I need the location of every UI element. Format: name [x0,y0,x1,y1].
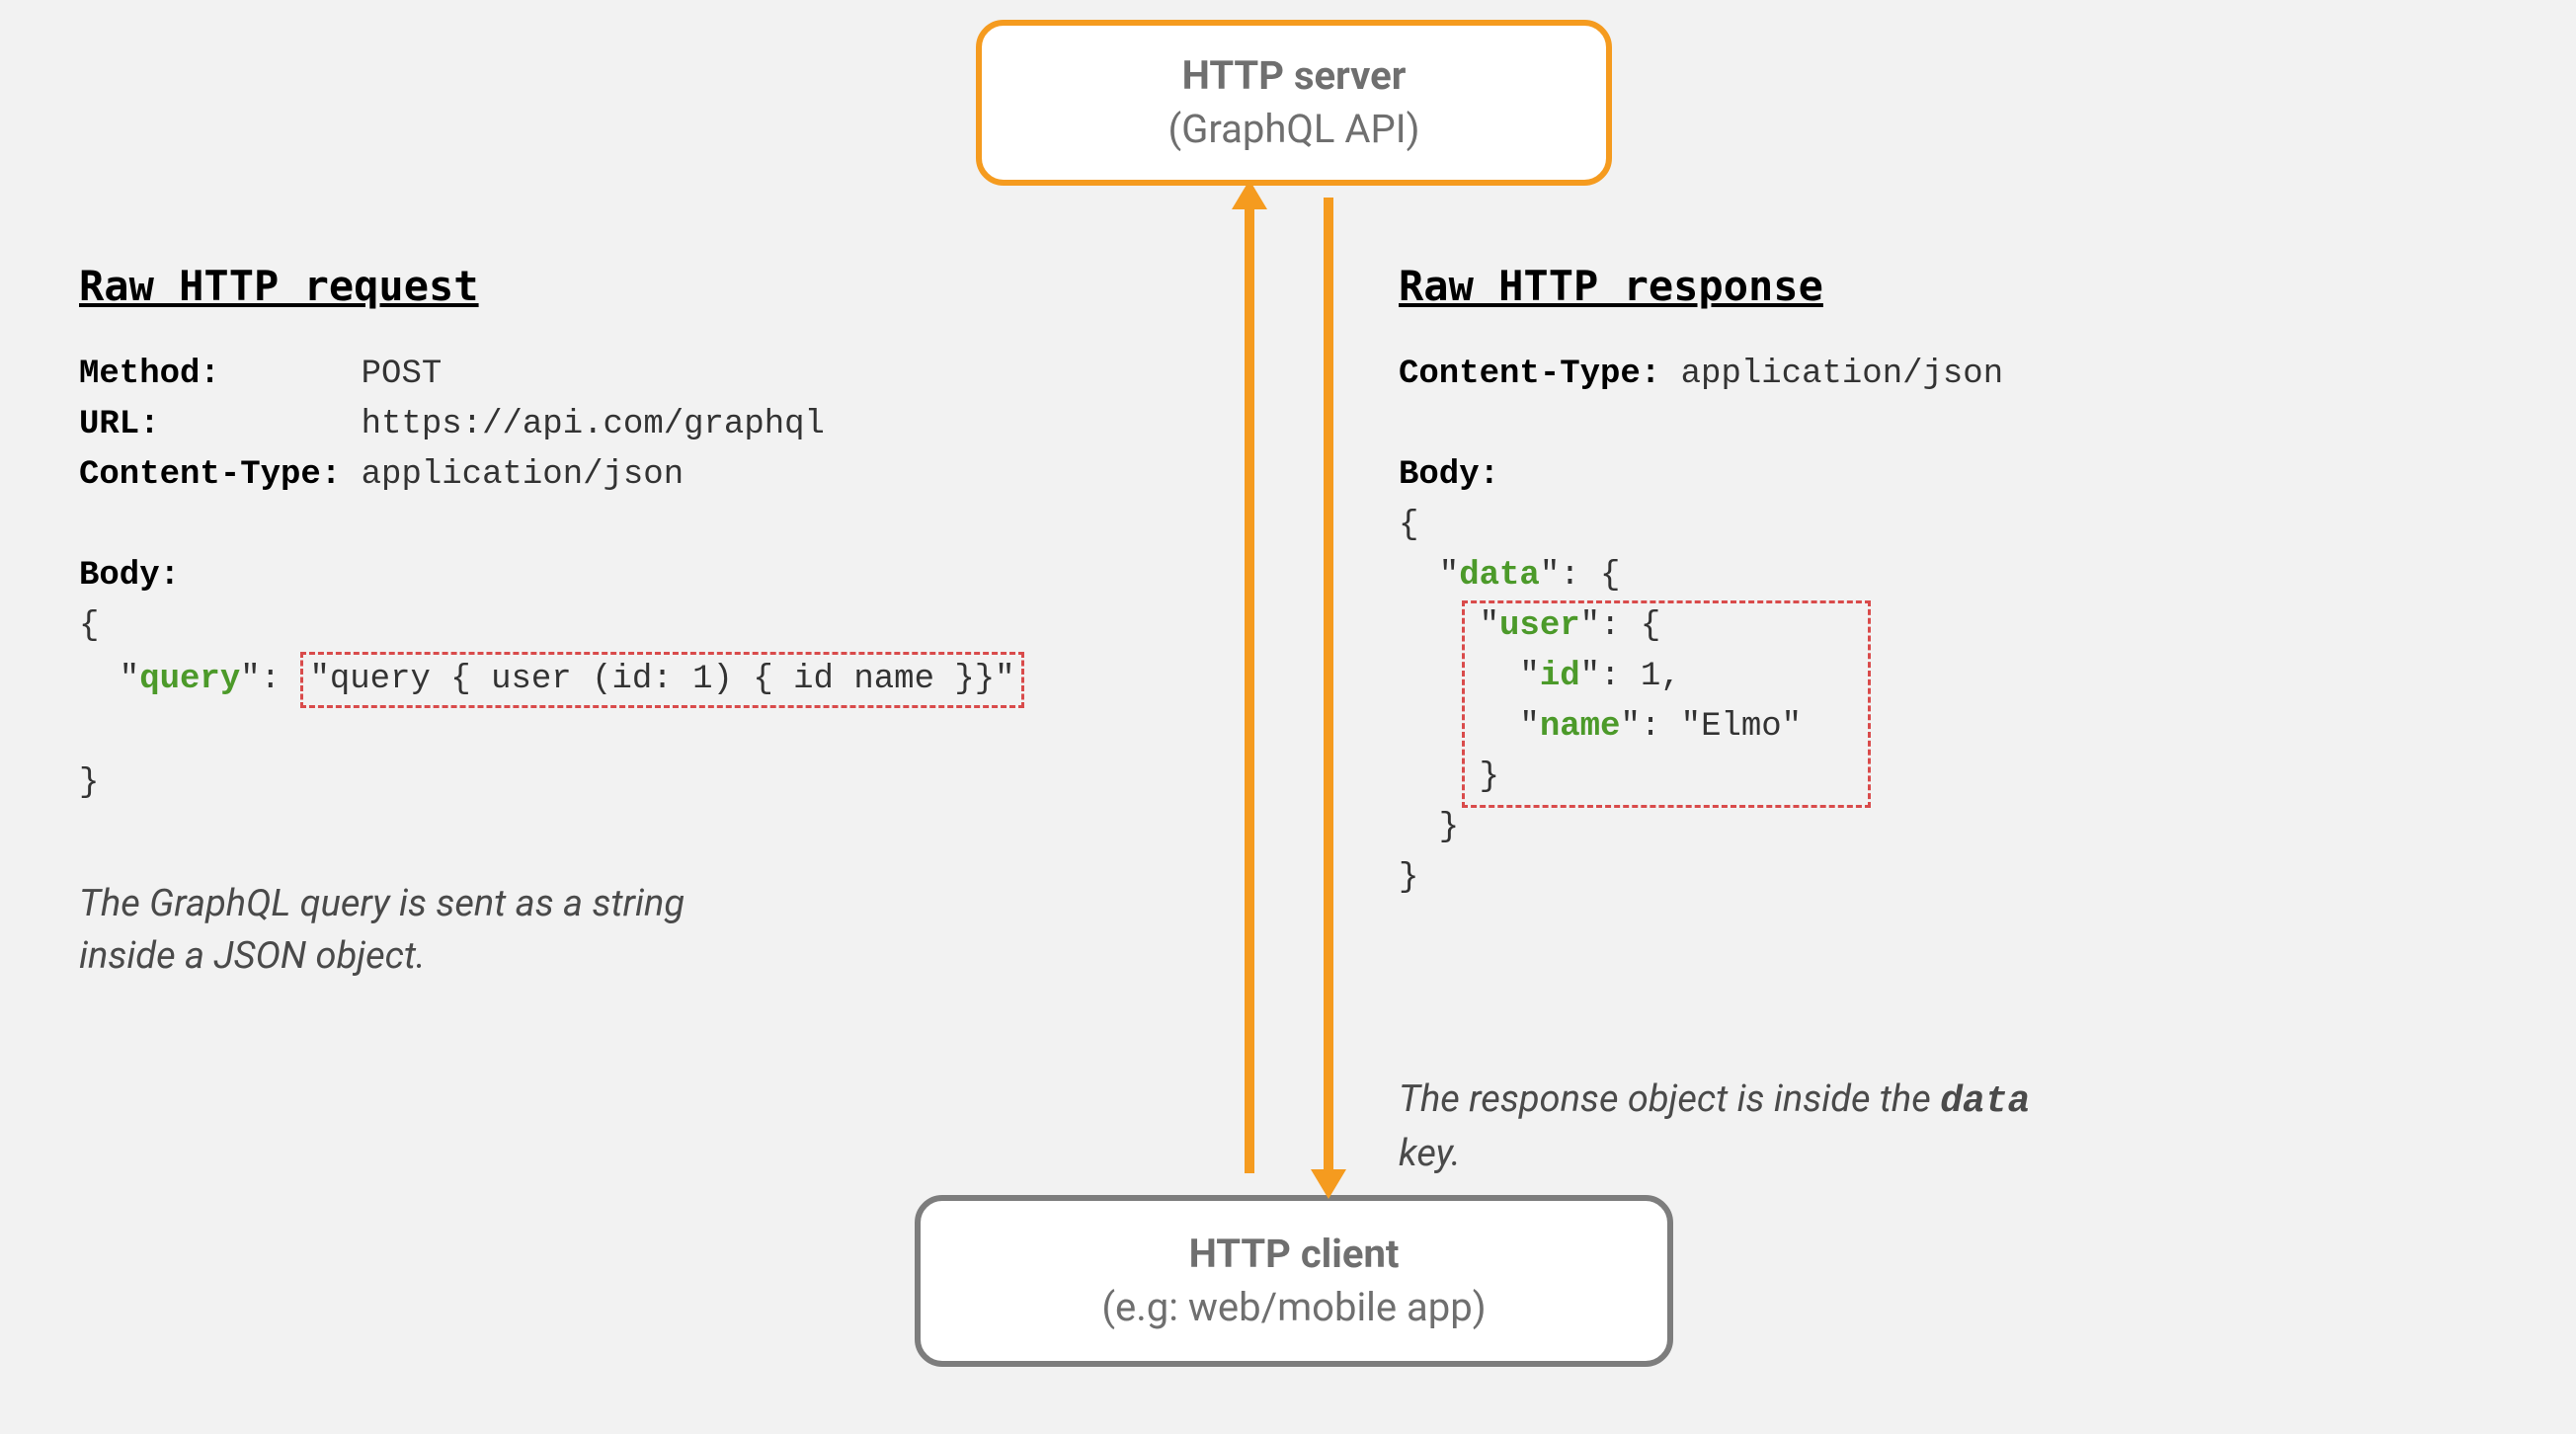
res-l7: } [1399,809,1459,846]
id-key: id [1540,658,1580,695]
response-caption-post: key. [1399,1132,1461,1175]
request-caption: The GraphQL query is sent as a string in… [79,878,1126,983]
req-brace-open: { [79,607,99,645]
req-ctype-label: Content-Type: [79,456,341,494]
res-l6: } [1399,758,1499,796]
request-block: Method: POST URL: https://api.com/graphq… [79,350,1126,809]
res-l1: { [1399,507,1418,544]
res-l5a: " [1399,708,1540,746]
response-caption-pre: The response object is inside the [1399,1077,1940,1121]
response-panel: Raw HTTP response Content-Type: applicat… [1399,262,2465,1180]
res-l2b: ": { [1540,557,1621,595]
request-heading: Raw HTTP request [79,262,1126,310]
client-subtitle: (e.g: web/mobile app) [1101,1281,1486,1334]
request-arrow [1245,198,1254,1173]
method-label: Method: [79,356,220,393]
method-value: POST [362,356,443,393]
req-q-mid: ": [240,661,300,698]
query-key: query [139,661,240,698]
server-node: HTTP server (GraphQL API) [976,20,1612,186]
res-l5b: ": "Elmo" [1620,708,1802,746]
query-value-highlight: "query { user (id: 1) { id name }}" [300,652,1023,708]
response-caption: The response object is inside the data k… [1399,1074,2465,1180]
req-brace-close: } [79,764,99,802]
url-value: https://api.com/graphql [362,406,825,443]
response-arrow [1324,198,1333,1173]
response-block: Content-Type: application/json Body: { "… [1399,350,2465,1004]
req-ctype-value: application/json [362,456,684,494]
res-body-label: Body: [1399,456,1499,494]
data-key: data [1459,557,1540,595]
response-caption-code: data [1940,1080,2030,1123]
request-panel: Raw HTTP request Method: POST URL: https… [79,262,1126,983]
server-title: HTTP server [1182,49,1407,103]
name-key: name [1540,708,1621,746]
req-q-open: " [79,661,139,698]
res-l8: } [1399,859,1418,897]
res-ctype-value: application/json [1681,356,2003,393]
res-l3a: " [1399,607,1499,645]
res-l4a: " [1399,658,1540,695]
res-l2a: " [1399,557,1459,595]
diagram-canvas: HTTP server (GraphQL API) HTTP client (e… [0,0,2576,1434]
server-subtitle: (GraphQL API) [1167,103,1419,156]
response-heading: Raw HTTP response [1399,262,2465,310]
res-ctype-label: Content-Type: [1399,356,1660,393]
response-arrowhead-icon [1311,1169,1346,1199]
req-body-label: Body: [79,557,180,595]
request-arrowhead-icon [1232,180,1267,209]
user-key: user [1499,607,1580,645]
res-l3b: ": { [1580,607,1661,645]
res-l4b: ": 1, [1580,658,1681,695]
url-label: URL: [79,406,160,443]
client-title: HTTP client [1189,1228,1400,1281]
client-node: HTTP client (e.g: web/mobile app) [915,1195,1673,1367]
